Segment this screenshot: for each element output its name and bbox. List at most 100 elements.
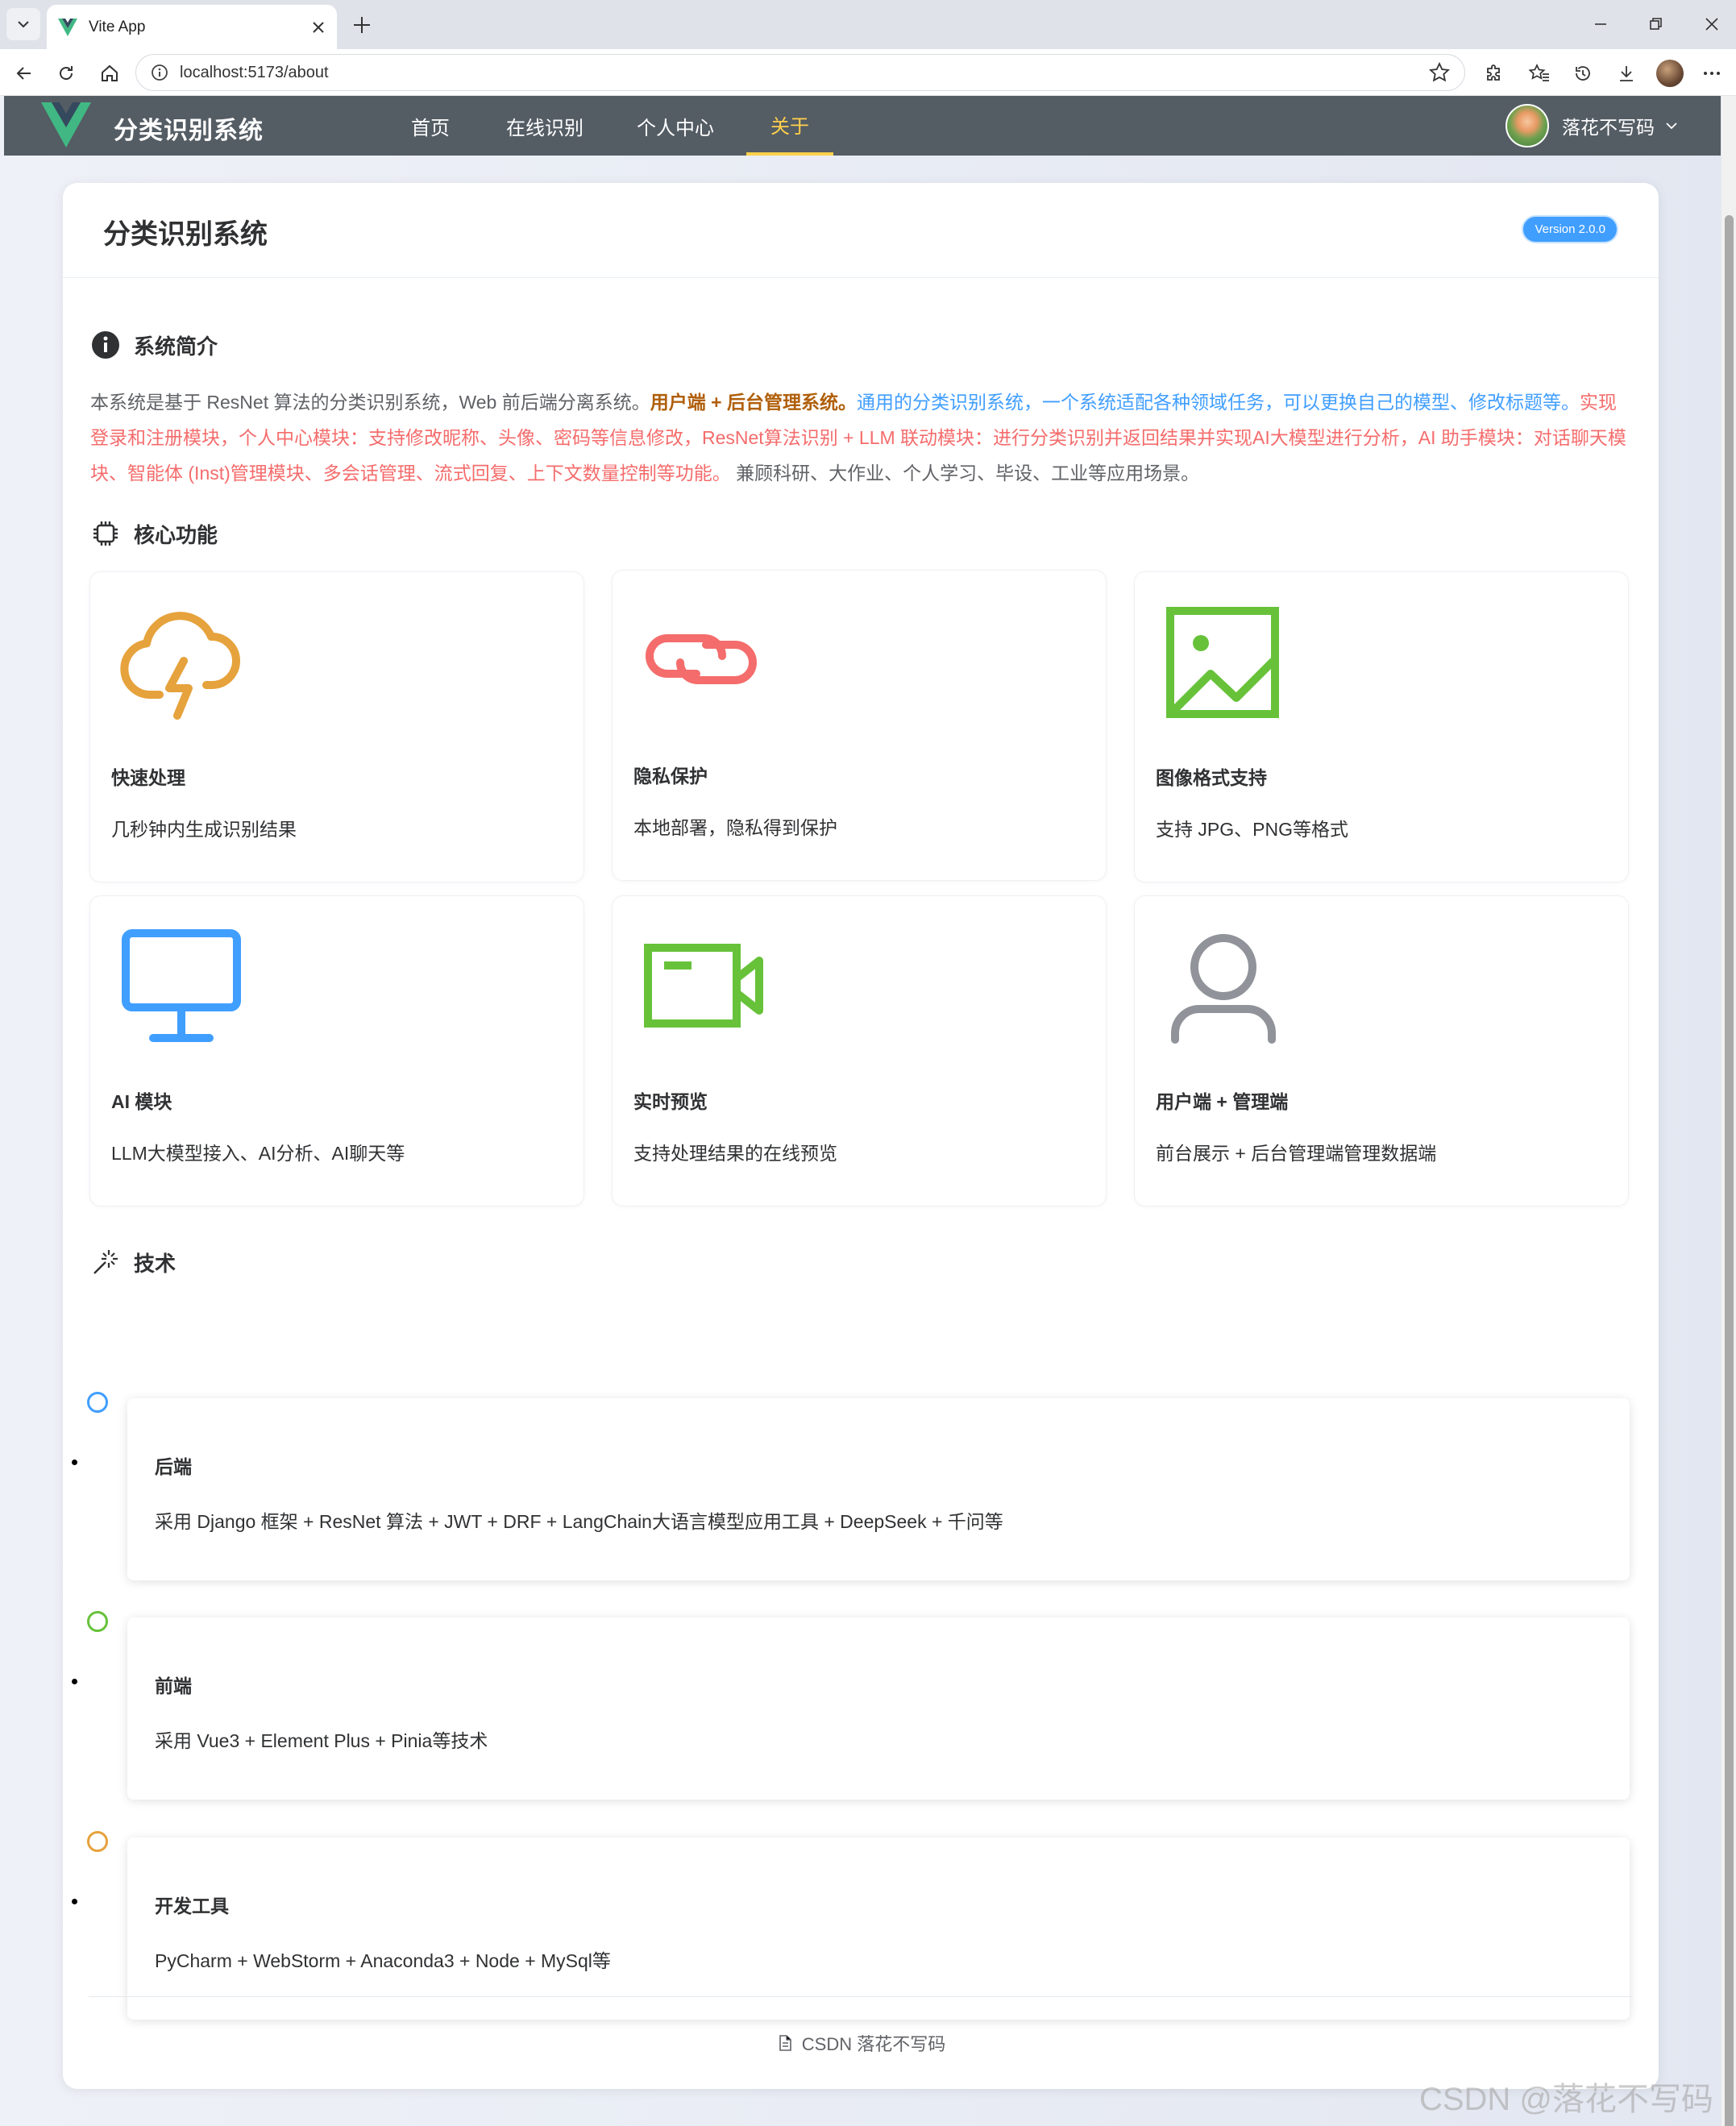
new-tab-button[interactable] bbox=[347, 10, 377, 40]
history-button[interactable] bbox=[1567, 57, 1599, 89]
feature-title: 实时预览 bbox=[633, 1091, 708, 1112]
feature-desc: 支持 JPG、PNG等格式 bbox=[1156, 819, 1348, 840]
menu-item-about[interactable]: 关于 bbox=[746, 96, 833, 156]
feature-title: AI 模块 bbox=[111, 1091, 172, 1112]
user-icon bbox=[1171, 934, 1276, 1044]
home-button[interactable] bbox=[93, 57, 126, 89]
feature-title: 图像格式支持 bbox=[1156, 767, 1267, 788]
cpu-icon bbox=[90, 518, 121, 549]
tech-card: 前端 采用 Vue3 + Element Plus + Pinia等技术 bbox=[127, 1617, 1630, 1800]
page-viewport: 分类识别系统 首页 在线识别 个人中心 关于 落花不写码 分类识别系统 Vers… bbox=[0, 96, 1736, 2126]
timeline-dot bbox=[87, 1831, 108, 1852]
feature-card: AI 模块 LLM大模型接入、AI分析、AI聊天等 bbox=[89, 895, 584, 1206]
section-label: 核心功能 bbox=[134, 522, 218, 547]
feature-desc: 前台展示 + 后台管理端管理数据端 bbox=[1156, 1143, 1437, 1164]
browser-tab[interactable]: Vite App bbox=[47, 5, 337, 49]
monitor-icon bbox=[122, 929, 241, 1042]
profile-avatar bbox=[1656, 60, 1684, 87]
feature-desc: 本地部署，隐私得到保护 bbox=[633, 817, 837, 838]
download-icon bbox=[1620, 66, 1633, 81]
picture-icon bbox=[1166, 607, 1279, 718]
menu-item-label: 个人中心 bbox=[637, 117, 714, 139]
footer-text: CSDN 落花不写码 bbox=[801, 2034, 946, 2054]
puzzle-icon bbox=[1487, 64, 1500, 81]
footer: CSDN 落花不写码 bbox=[63, 2030, 1659, 2056]
vue-logo-icon bbox=[58, 18, 77, 36]
watermark: CSDN @落花不写码 bbox=[1418, 2082, 1713, 2117]
features-section-title: 核心功能 bbox=[90, 518, 218, 549]
app-brand: 分类识别系统 bbox=[114, 118, 264, 144]
menu-item-label: 在线识别 bbox=[506, 117, 584, 139]
reload-icon bbox=[60, 66, 73, 80]
tech-card: 开发工具 PyCharm + WebStorm + Anaconda3 + No… bbox=[127, 1837, 1630, 2020]
menu-item-label: 首页 bbox=[411, 117, 450, 139]
cloud-lightning-icon bbox=[120, 612, 240, 720]
scrollbar[interactable] bbox=[1721, 96, 1736, 2126]
about-card-header: 分类识别系统 Version 2.0.0 bbox=[63, 183, 1659, 278]
extensions-button[interactable] bbox=[1478, 57, 1510, 89]
tech-desc: 采用 Django 框架 + ResNet 算法 + JWT + DRF + L… bbox=[155, 1511, 1003, 1532]
back-button[interactable] bbox=[8, 57, 40, 89]
footer-divider bbox=[89, 1996, 1633, 1997]
info-icon bbox=[152, 64, 168, 81]
intro-highlight: 通用的分类识别系统，一个系统适配各种领域任务，可以更换自己的模型、修改标题等。 bbox=[856, 392, 1580, 413]
magic-stick-icon bbox=[90, 1247, 121, 1277]
tech-title: 开发工具 bbox=[155, 1896, 229, 1916]
arrow-left-icon bbox=[16, 67, 31, 80]
browser-tab-strip: Vite App bbox=[0, 0, 1736, 49]
close-icon[interactable] bbox=[311, 20, 326, 35]
feature-card: 用户端 + 管理端 前台展示 + 后台管理端管理数据端 bbox=[1134, 895, 1629, 1206]
chevron-down-icon bbox=[18, 21, 29, 28]
feature-desc: 几秒钟内生成识别结果 bbox=[111, 819, 297, 840]
avatar bbox=[1506, 104, 1549, 147]
tech-desc: PyCharm + WebStorm + Anaconda3 + Node + … bbox=[155, 1950, 611, 1971]
url-field[interactable]: localhost:5173/about bbox=[135, 54, 1465, 91]
info-filled-icon bbox=[90, 330, 121, 360]
feature-title: 快速处理 bbox=[111, 767, 185, 788]
link-icon bbox=[646, 634, 757, 684]
tech-card: 后端 采用 Django 框架 + ResNet 算法 + JWT + DRF … bbox=[127, 1398, 1630, 1580]
tech-section-title: 技术 bbox=[90, 1247, 176, 1277]
list-bullet bbox=[72, 1679, 77, 1684]
chevron-down-icon bbox=[1666, 122, 1677, 130]
vue-logo-icon bbox=[41, 102, 91, 147]
downloads-button[interactable] bbox=[1610, 57, 1643, 89]
star-icon[interactable] bbox=[1429, 62, 1450, 83]
restore-button[interactable] bbox=[1631, 6, 1680, 42]
intro-section-title: 系统简介 bbox=[90, 330, 218, 360]
user-dropdown[interactable]: 落花不写码 bbox=[1506, 104, 1679, 147]
tech-title: 前端 bbox=[155, 1675, 192, 1696]
close-icon bbox=[1705, 18, 1718, 31]
menu-item-home[interactable]: 首页 bbox=[389, 96, 471, 156]
restore-icon bbox=[1650, 18, 1662, 30]
favorites-icon bbox=[1529, 64, 1549, 81]
tab-title: Vite App bbox=[89, 18, 146, 35]
about-card: 分类识别系统 Version 2.0.0 系统简介 本系统是基于 ResNet … bbox=[63, 183, 1659, 2089]
feature-desc: 支持处理结果的在线预览 bbox=[633, 1143, 837, 1164]
more-button[interactable] bbox=[1696, 57, 1728, 89]
minimize-button[interactable] bbox=[1576, 6, 1625, 42]
minimize-icon bbox=[1595, 23, 1606, 25]
feature-card: 快速处理 几秒钟内生成识别结果 bbox=[89, 571, 584, 882]
scrollbar-thumb[interactable] bbox=[1725, 215, 1734, 2126]
reload-button[interactable] bbox=[50, 57, 82, 89]
feature-title: 用户端 + 管理端 bbox=[1156, 1091, 1289, 1112]
section-label: 技术 bbox=[134, 1251, 177, 1276]
section-label: 系统简介 bbox=[134, 334, 218, 359]
version-badge: Version 2.0.0 bbox=[1522, 215, 1618, 243]
feature-card: 图像格式支持 支持 JPG、PNG等格式 bbox=[1134, 571, 1629, 882]
menu-item-online-recognition[interactable]: 在线识别 bbox=[494, 96, 596, 156]
favorites-button[interactable] bbox=[1523, 57, 1555, 89]
intro-highlight: 用户端 + 后台管理系统。 bbox=[650, 392, 857, 413]
timeline-dot bbox=[87, 1611, 108, 1632]
profile-button[interactable] bbox=[1654, 57, 1686, 89]
more-icon bbox=[1704, 72, 1720, 75]
document-icon bbox=[779, 2035, 791, 2051]
window-close-button[interactable] bbox=[1688, 6, 1736, 42]
menu-item-personal-center[interactable]: 个人中心 bbox=[625, 96, 726, 156]
tech-desc: 采用 Vue3 + Element Plus + Pinia等技术 bbox=[155, 1730, 488, 1751]
history-icon bbox=[1576, 66, 1590, 81]
tab-search-button[interactable] bbox=[6, 8, 40, 40]
feature-card: 隐私保护 本地部署，隐私得到保护 bbox=[612, 570, 1107, 881]
menu-item-label: 关于 bbox=[770, 115, 809, 138]
